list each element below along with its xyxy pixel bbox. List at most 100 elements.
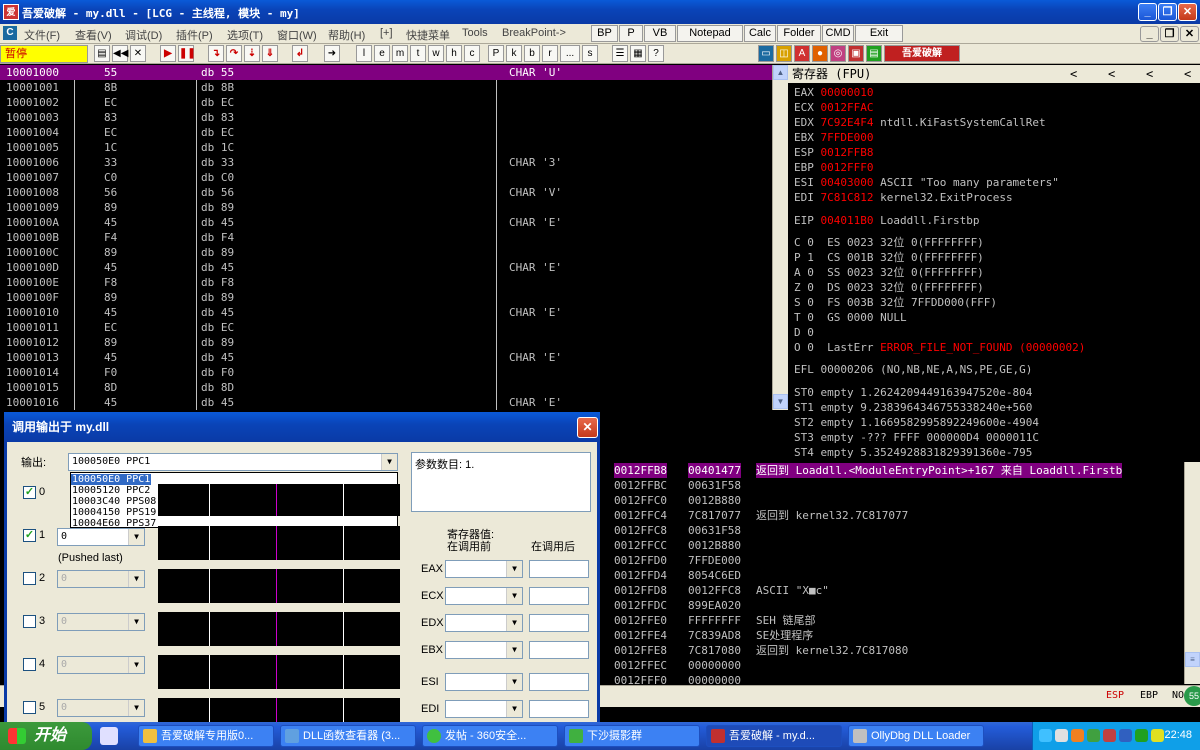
stack-row[interactable]: 0012FFEC 00000000 [608, 658, 1184, 673]
toolbar-s-button[interactable]: s [582, 45, 598, 62]
quick-notepad-button[interactable]: Notepad [677, 25, 743, 42]
toolbar-l-button[interactable]: l [356, 45, 372, 62]
register-edx[interactable]: EDX 7C92E4F4 ntdll.KiFastSystemCallRet [794, 115, 1046, 130]
stack-row[interactable]: 0012FFDC 899EA020 [608, 598, 1184, 613]
registers-pane[interactable]: 寄存器 (FPU) < < < < EAX 00000010 ECX 0012F… [788, 65, 1200, 460]
menu-file[interactable]: 文件(F) [24, 27, 60, 43]
toolbar-b-button[interactable]: b [524, 45, 540, 62]
execute-till-return-icon[interactable]: ↲ [292, 45, 308, 62]
registers-header[interactable]: 寄存器 (FPU) < < < < [788, 65, 1200, 83]
disassembly-scrollbar[interactable]: ▲ ▼ [772, 65, 788, 410]
menu-plus[interactable]: [+] [380, 27, 393, 39]
quick-p-button[interactable]: P [619, 25, 643, 42]
arg3-select[interactable]: 0 ▼ [57, 613, 145, 631]
task-52pojie-debugger[interactable]: 吾爱破解 - my.d... [706, 725, 842, 747]
registers-nav-1[interactable]: < [1070, 65, 1077, 83]
quicklaunch-icon[interactable] [100, 727, 118, 745]
stack-row[interactable]: 0012FFC8 00631F58 [608, 523, 1184, 538]
arg5-checkbox[interactable] [23, 701, 36, 714]
disasm-row[interactable]: 10001012 89 db 89 [0, 335, 772, 350]
run-icon[interactable]: ▶ [160, 45, 176, 62]
stack-row[interactable]: 0012FFC0 0012B880 [608, 493, 1184, 508]
menu-quick[interactable]: 快捷菜单 [406, 27, 450, 43]
arg0-checkbox[interactable]: ✓ [23, 486, 36, 499]
menu-plugins[interactable]: 插件(P) [176, 27, 213, 43]
arg4-checkbox[interactable] [23, 658, 36, 671]
tray-icon[interactable] [1135, 729, 1148, 742]
task-ollydbg-loader[interactable]: OllyDbg DLL Loader [848, 725, 984, 747]
plugin-7-icon[interactable]: ▤ [866, 45, 882, 62]
pause-icon[interactable]: ❚❚ [178, 45, 196, 62]
disasm-row[interactable]: 1000100A 45 db 45 CHAR 'E' [0, 215, 772, 230]
plugin-6-icon[interactable]: ▣ [848, 45, 864, 62]
arg2-select[interactable]: 0 ▼ [57, 570, 145, 588]
registers-nav-2[interactable]: < [1108, 65, 1115, 83]
close-button[interactable]: ✕ [1178, 3, 1197, 21]
tray-icon[interactable] [1119, 729, 1132, 742]
rewind-icon[interactable]: ◀◀ [112, 45, 128, 62]
stack-row[interactable]: 0012FFD8 0012FFC8 ASCII "X■c" [608, 583, 1184, 598]
stack-row[interactable]: 0012FFC4 7C817077 返回到 kernel32.7C817077 [608, 508, 1184, 523]
step-into-icon[interactable]: ↴ [208, 45, 224, 62]
stack-row[interactable]: 0012FFE8 7C817080 返回到 kernel32.7C817080 [608, 643, 1184, 658]
edx-before-select[interactable]: ▼ [445, 614, 523, 632]
quick-folder-button[interactable]: Folder [777, 25, 821, 42]
disasm-row[interactable]: 10001015 8D db 8D [0, 380, 772, 395]
stack-row[interactable]: 0012FFBC 00631F58 [608, 478, 1184, 493]
tray-icon[interactable] [1039, 729, 1052, 742]
register-eax[interactable]: EAX 00000010 [794, 85, 880, 100]
arg5-select[interactable]: 0 ▼ [57, 699, 145, 717]
registers-nav-3[interactable]: < [1146, 65, 1153, 83]
tray-icon[interactable] [1055, 729, 1068, 742]
register-ebp[interactable]: EBP 0012FFF0 [794, 160, 880, 175]
export-option[interactable]: 10003C40 PPS08 [71, 496, 156, 507]
stack-row[interactable]: 0012FFE4 7C839AD8 SE处理程序 [608, 628, 1184, 643]
minimize-button[interactable]: _ [1138, 3, 1157, 21]
plugin-2-icon[interactable]: ◫ [776, 45, 792, 62]
goto-icon[interactable]: ➜ [324, 45, 340, 62]
help-icon[interactable]: ? [648, 45, 664, 62]
plugin-52pojie-button[interactable]: 吾爱破解 [884, 45, 960, 62]
start-button[interactable]: 开始 [0, 722, 92, 750]
arg4-select[interactable]: 0 ▼ [57, 656, 145, 674]
tray-icon[interactable] [1151, 729, 1164, 742]
menu-view[interactable]: 查看(V) [75, 27, 112, 43]
register-edi[interactable]: EDI 7C81C812 kernel32.ExitProcess [794, 190, 1013, 205]
task-360-browser[interactable]: 发帖 - 360安全... [422, 725, 558, 747]
chevron-down-icon[interactable]: ▼ [381, 454, 397, 470]
mdi-restore-button[interactable]: ❐ [1160, 26, 1179, 42]
disasm-row[interactable]: 1000100F 89 db 89 [0, 290, 772, 305]
disasm-row[interactable]: 10001006 33 db 33 CHAR '3' [0, 155, 772, 170]
arg3-checkbox[interactable] [23, 615, 36, 628]
export-option[interactable]: 100050E0 PPC1 [71, 474, 151, 485]
register-ecx[interactable]: ECX 0012FFAC [794, 100, 880, 115]
disasm-row[interactable]: 1000100B F4 db F4 [0, 230, 772, 245]
scroll-thumb[interactable]: ≡ [1185, 652, 1200, 667]
register-ebx[interactable]: EBX 7FFDE000 [794, 130, 880, 145]
stack-row[interactable]: 0012FFB8 00401477 返回到 Loaddll.<ModuleEntry… [608, 463, 1184, 478]
register-esi[interactable]: ESI 00403000 ASCII "Too many parameters" [794, 175, 1059, 190]
task-dll-viewer[interactable]: DLL函数查看器 (3... [280, 725, 416, 747]
stack-row[interactable]: 0012FFD0 7FFDE000 [608, 553, 1184, 568]
export-option[interactable]: 10004150 PPS19 [71, 507, 156, 518]
stack-row[interactable]: 0012FFD4 8054C6ED [608, 568, 1184, 583]
mdi-close-button[interactable]: ✕ [1180, 26, 1199, 42]
arg1-checkbox[interactable]: ✓ [23, 529, 36, 542]
stack-row[interactable]: 0012FFE0 FFFFFFFF SEH 链尾部 [608, 613, 1184, 628]
grid-icon[interactable]: ▦ [630, 45, 646, 62]
disasm-row[interactable]: 10001004 EC db EC [0, 125, 772, 140]
task-photo-group[interactable]: 下沙摄影群 [564, 725, 700, 747]
export-select[interactable]: 100050E0 PPC1 ▼ [68, 453, 398, 471]
list-icon[interactable]: ☰ [612, 45, 628, 62]
disasm-row[interactable]: 10001013 45 db 45 CHAR 'E' [0, 350, 772, 365]
menu-window[interactable]: 窗口(W) [277, 27, 317, 43]
trace-into-icon[interactable]: ⇣ [244, 45, 260, 62]
disasm-row[interactable]: 10001007 C0 db C0 [0, 170, 772, 185]
tray-icon[interactable] [1071, 729, 1084, 742]
plugin-3-icon[interactable]: A [794, 45, 810, 62]
dialog-close-button[interactable]: ✕ [577, 417, 598, 438]
tray-icon[interactable] [1087, 729, 1100, 742]
toolbar-p-button[interactable]: P [488, 45, 504, 62]
disasm-row[interactable]: 10001005 1C db 1C [0, 140, 772, 155]
quick-vb-button[interactable]: VB [644, 25, 676, 42]
